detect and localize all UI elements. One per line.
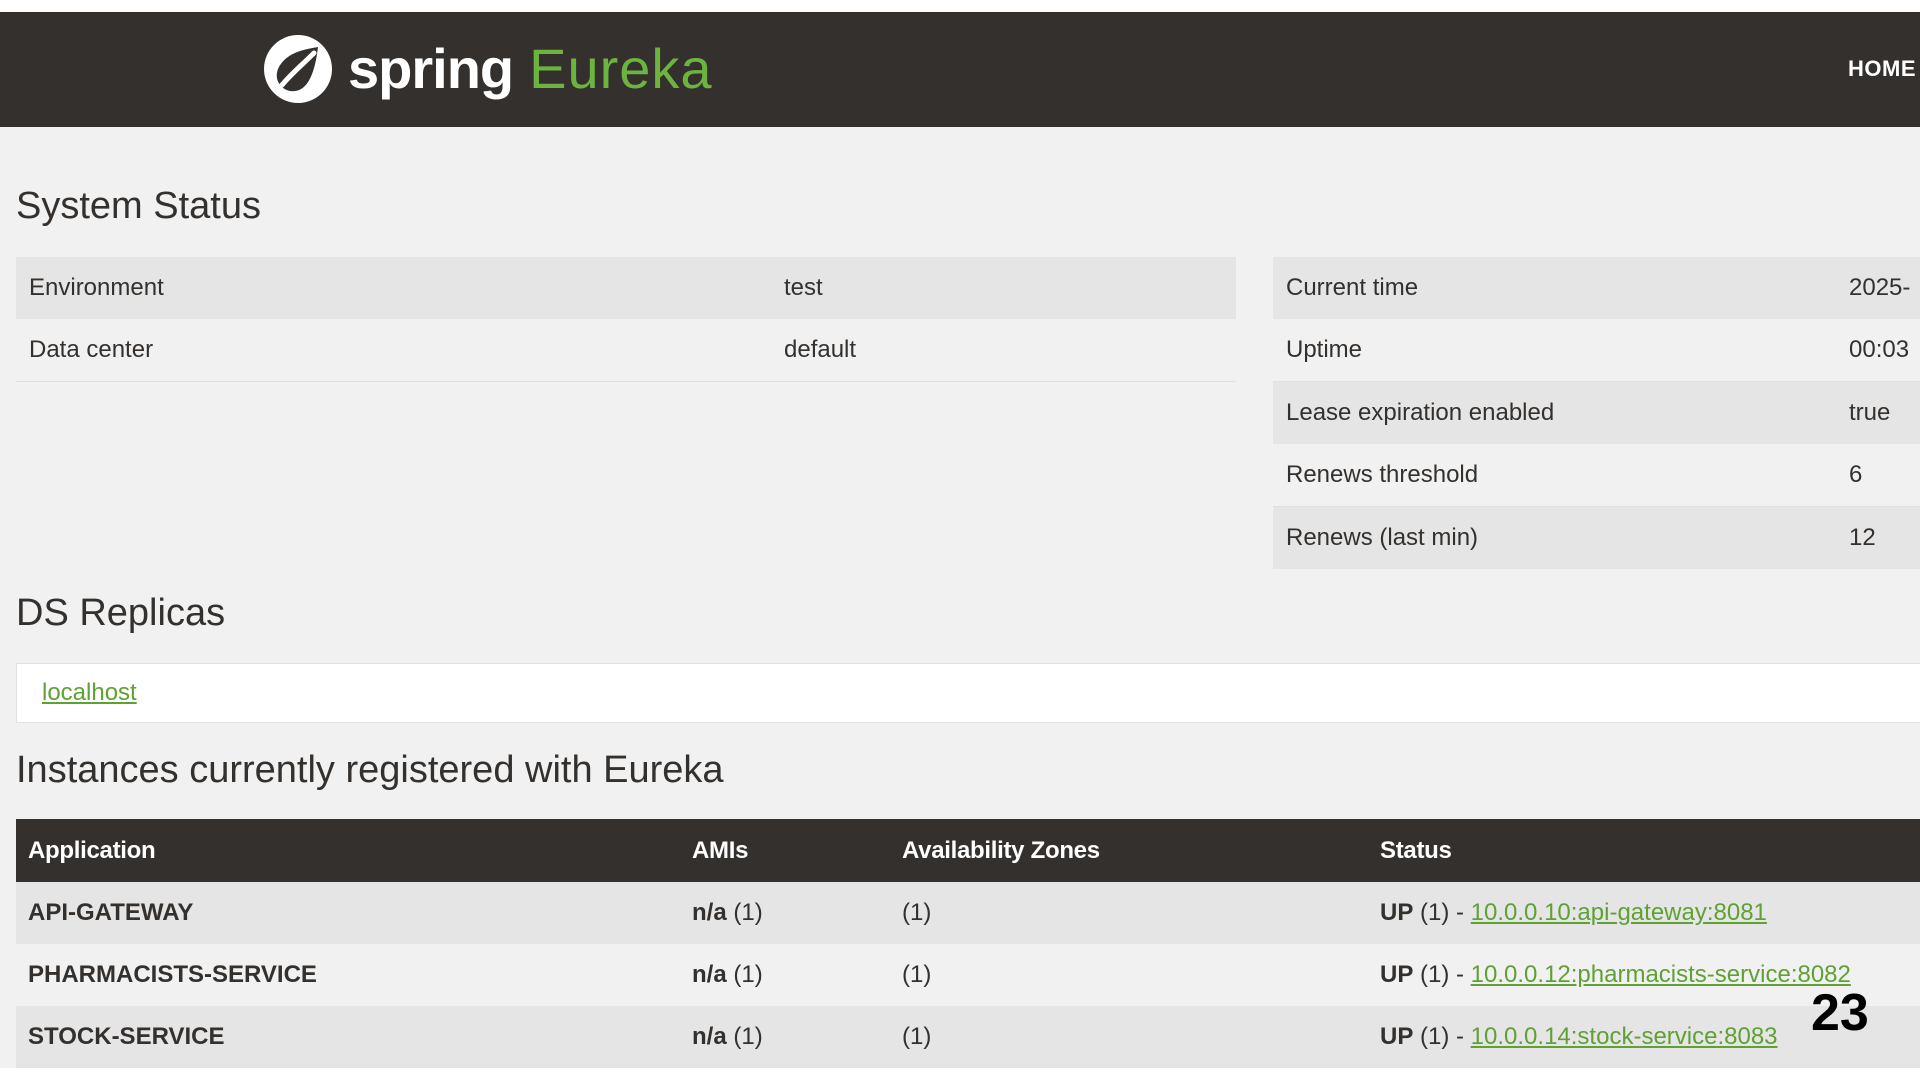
system-status-right-table: Current time 2025- Uptime 00:03 Lease ex… <box>1273 257 1920 569</box>
ami-value: n/a <box>692 899 727 926</box>
system-status-left-table: Environment test Data center default <box>16 257 1236 382</box>
status-value: true <box>1836 381 1920 444</box>
browser-viewport: spring Eureka HOME System Status Environ… <box>0 12 1920 1068</box>
column-header-status: Status <box>1368 819 1920 882</box>
spring-leaf-icon <box>262 33 334 105</box>
status-label: Current time <box>1273 257 1836 319</box>
status-row-renews-threshold: Renews threshold 6 <box>1273 444 1920 507</box>
nav-home-link[interactable]: HOME <box>1848 56 1916 82</box>
status-label: Uptime <box>1273 319 1836 382</box>
instance-link[interactable]: 10.0.0.14:stock-service:8083 <box>1471 1023 1778 1050</box>
status-value: test <box>771 257 1236 319</box>
status-count: (1) - <box>1413 899 1471 926</box>
status-label: Renews threshold <box>1273 444 1836 507</box>
status-count: (1) - <box>1413 1023 1471 1050</box>
status-row-environment: Environment test <box>16 257 1236 319</box>
status-row-renews-last-min: Renews (last min) 12 <box>1273 506 1920 569</box>
status-up: UP <box>1380 1023 1414 1050</box>
ami-count: (1) <box>726 1023 763 1050</box>
status-label: Lease expiration enabled <box>1273 381 1836 444</box>
application-name: PHARMACISTS-SERVICE <box>16 944 680 1006</box>
column-header-amis: AMIs <box>680 819 890 882</box>
application-name: STOCK-SERVICE <box>16 1006 680 1068</box>
status-label: Data center <box>16 319 771 382</box>
zones-cell: (1) <box>890 1006 1368 1068</box>
status-up: UP <box>1380 899 1414 926</box>
zones-cell: (1) <box>890 882 1368 944</box>
status-row-uptime: Uptime 00:03 <box>1273 319 1920 382</box>
status-row-data-center: Data center default <box>16 319 1236 382</box>
navbar: spring Eureka HOME <box>0 12 1920 127</box>
instances-table: Application AMIs Availability Zones Stat… <box>16 819 1920 1068</box>
ami-value: n/a <box>692 1023 727 1050</box>
ds-replicas-title: DS Replicas <box>16 592 226 634</box>
ami-cell: n/a (1) <box>680 882 890 944</box>
status-label: Environment <box>16 257 771 319</box>
status-row-lease-expiration: Lease expiration enabled true <box>1273 381 1920 444</box>
status-value: 2025- <box>1836 257 1920 319</box>
page: spring Eureka HOME System Status Environ… <box>0 0 1920 1080</box>
table-row: PHARMACISTS-SERVICE n/a (1) (1) UP (1) -… <box>16 944 1920 1006</box>
table-row: STOCK-SERVICE n/a (1) (1) UP (1) - 10.0.… <box>16 1006 1920 1068</box>
replica-link-localhost[interactable]: localhost <box>42 679 137 707</box>
ami-count: (1) <box>726 961 763 988</box>
status-cell: UP (1) - 10.0.0.10:api-gateway:8081 <box>1368 882 1920 944</box>
brand-eureka-text: Eureka <box>529 37 713 100</box>
ami-value: n/a <box>692 961 727 988</box>
system-status-title: System Status <box>16 185 261 227</box>
instance-link[interactable]: 10.0.0.10:api-gateway:8081 <box>1471 899 1767 926</box>
brand-spring-text: spring <box>348 37 514 100</box>
status-count: (1) - <box>1413 961 1471 988</box>
column-header-availability-zones: Availability Zones <box>890 819 1368 882</box>
instances-header-row: Application AMIs Availability Zones Stat… <box>16 819 1920 882</box>
instances-title: Instances currently registered with Eure… <box>16 749 724 791</box>
table-row: API-GATEWAY n/a (1) (1) UP (1) - 10.0.0.… <box>16 882 1920 944</box>
zones-cell: (1) <box>890 944 1368 1006</box>
application-name: API-GATEWAY <box>16 882 680 944</box>
ds-replicas-list: localhost <box>16 663 1920 723</box>
ami-cell: n/a (1) <box>680 944 890 1006</box>
status-value: 00:03 <box>1836 319 1920 382</box>
ami-count: (1) <box>726 899 763 926</box>
status-row-current-time: Current time 2025- <box>1273 257 1920 319</box>
status-value: default <box>771 319 1236 382</box>
instance-link[interactable]: 10.0.0.12:pharmacists-service:8082 <box>1471 961 1851 988</box>
slide-page-number: 23 <box>1811 984 1869 1042</box>
status-up: UP <box>1380 961 1414 988</box>
ami-cell: n/a (1) <box>680 1006 890 1068</box>
column-header-application: Application <box>16 819 680 882</box>
status-value: 6 <box>1836 444 1920 507</box>
status-label: Renews (last min) <box>1273 506 1836 569</box>
brand-logo[interactable]: spring Eureka <box>262 29 713 109</box>
status-value: 12 <box>1836 506 1920 569</box>
